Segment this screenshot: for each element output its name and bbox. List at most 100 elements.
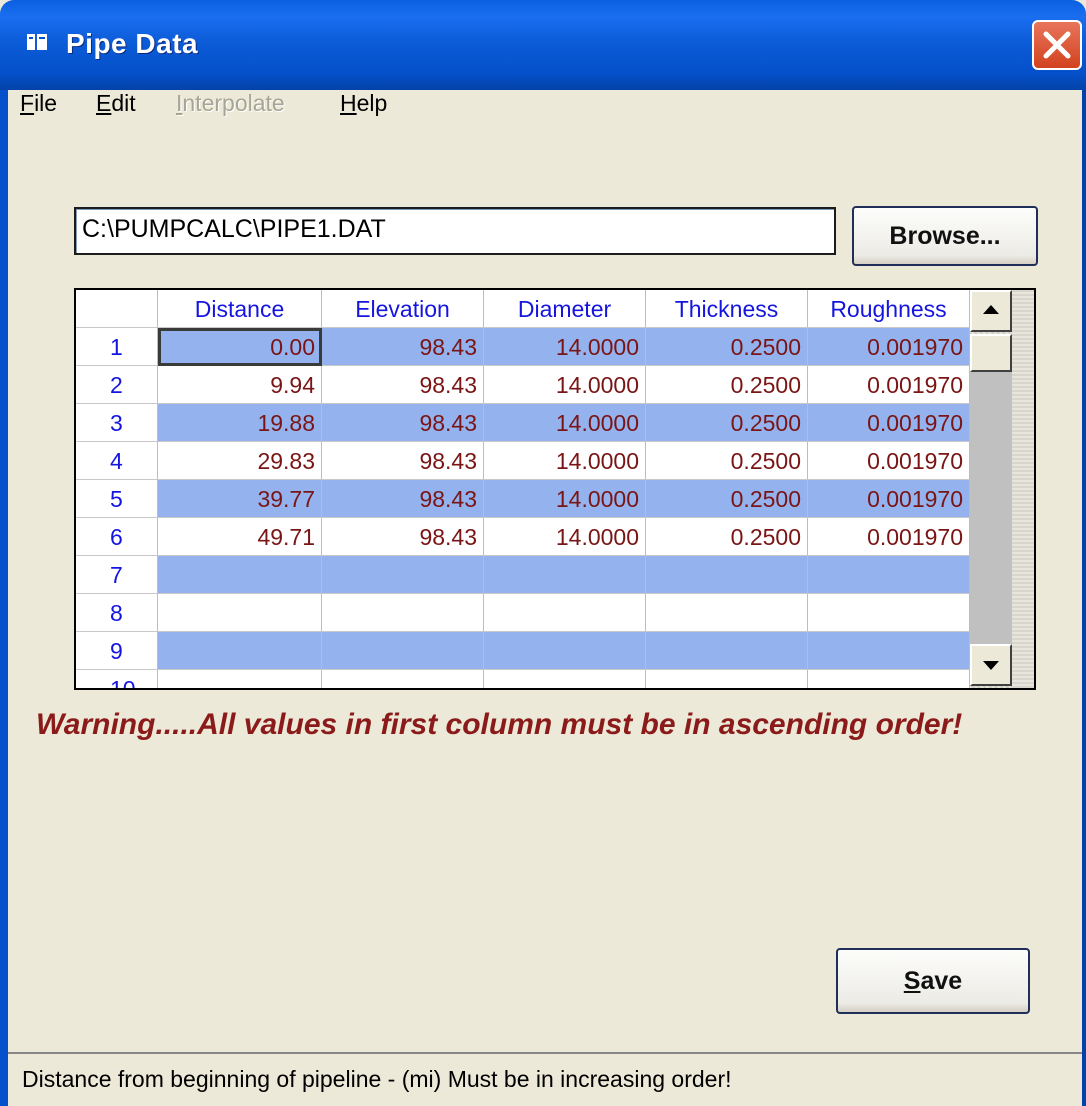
cell-thickness[interactable] <box>646 670 808 688</box>
cell-thickness[interactable]: 0.2500 <box>646 404 808 442</box>
cell-elevation[interactable]: 98.43 <box>322 518 484 556</box>
save-button[interactable]: Save <box>836 948 1030 1014</box>
cell-roughness[interactable]: 0.001970 <box>808 366 970 404</box>
cell-distance[interactable] <box>158 632 322 670</box>
menu-help-rest: elp <box>356 90 388 116</box>
row-number[interactable]: 9 <box>76 632 158 670</box>
cell-roughness[interactable] <box>808 670 970 688</box>
cell-thickness[interactable]: 0.2500 <box>646 328 808 366</box>
table-row: 7 <box>76 556 970 594</box>
cell-diameter[interactable] <box>484 556 646 594</box>
cell-diameter[interactable] <box>484 670 646 688</box>
cell-thickness[interactable]: 0.2500 <box>646 366 808 404</box>
table-row: 8 <box>76 594 970 632</box>
cell-elevation[interactable]: 98.43 <box>322 442 484 480</box>
vertical-scrollbar[interactable] <box>970 290 1034 688</box>
save-label-rest: ave <box>920 967 963 995</box>
cell-distance[interactable] <box>158 670 322 688</box>
row-number[interactable]: 1 <box>76 328 158 366</box>
cell-diameter[interactable] <box>484 594 646 632</box>
cell-elevation[interactable]: 98.43 <box>322 480 484 518</box>
cell-distance[interactable]: 9.94 <box>158 366 322 404</box>
app-icon <box>27 34 47 50</box>
cell-distance[interactable]: 0.00 <box>158 328 322 366</box>
menu-edit-rest: dit <box>111 90 136 116</box>
grid-corner <box>76 290 158 328</box>
row-number[interactable]: 3 <box>76 404 158 442</box>
scroll-track[interactable] <box>970 372 1012 644</box>
row-number[interactable]: 5 <box>76 480 158 518</box>
column-header-roughness[interactable]: Roughness <box>808 290 970 328</box>
column-header-diameter[interactable]: Diameter <box>484 290 646 328</box>
cell-roughness[interactable]: 0.001970 <box>808 328 970 366</box>
row-number[interactable]: 10 <box>76 670 158 688</box>
row-number[interactable]: 8 <box>76 594 158 632</box>
cell-elevation[interactable] <box>322 632 484 670</box>
cell-distance[interactable]: 49.71 <box>158 518 322 556</box>
browse-button[interactable]: Browse... <box>852 206 1038 266</box>
menu-interpolate-rest: nterpolate <box>182 90 285 116</box>
cell-elevation[interactable] <box>322 594 484 632</box>
cell-roughness[interactable]: 0.001970 <box>808 404 970 442</box>
cell-thickness[interactable] <box>646 594 808 632</box>
save-mnemonic: S <box>903 967 921 995</box>
window-title: Pipe Data <box>66 28 199 59</box>
cell-diameter[interactable]: 14.0000 <box>484 366 646 404</box>
cell-diameter[interactable]: 14.0000 <box>484 480 646 518</box>
arrow-down-icon <box>983 661 999 670</box>
row-number[interactable]: 2 <box>76 366 158 404</box>
scroll-up-button[interactable] <box>970 290 1012 332</box>
cell-elevation[interactable] <box>322 556 484 594</box>
cell-distance[interactable]: 19.88 <box>158 404 322 442</box>
cell-distance[interactable] <box>158 594 322 632</box>
cell-diameter[interactable]: 14.0000 <box>484 404 646 442</box>
cell-distance[interactable]: 29.83 <box>158 442 322 480</box>
pipe-data-grid[interactable]: Distance Elevation Diameter Thickness Ro… <box>74 288 1036 690</box>
cell-elevation[interactable]: 98.43 <box>322 366 484 404</box>
column-header-elevation[interactable]: Elevation <box>322 290 484 328</box>
menu-help[interactable]: Help <box>340 90 387 117</box>
cell-diameter[interactable]: 14.0000 <box>484 518 646 556</box>
row-number[interactable]: 6 <box>76 518 158 556</box>
cell-elevation[interactable]: 98.43 <box>322 328 484 366</box>
file-path-field[interactable]: C:\PUMPCALC\PIPE1.DAT <box>74 207 836 255</box>
cell-roughness[interactable] <box>808 632 970 670</box>
close-icon <box>1043 31 1071 59</box>
scroll-thumb[interactable] <box>970 334 1012 372</box>
scroll-track-right <box>1012 290 1034 688</box>
cell-elevation[interactable]: 98.43 <box>322 404 484 442</box>
table-row: 4 29.83 98.43 14.0000 0.2500 0.001970 <box>76 442 970 480</box>
title-bar[interactable]: Pipe Data <box>0 0 1086 90</box>
column-header-distance[interactable]: Distance <box>158 290 322 328</box>
cell-diameter[interactable]: 14.0000 <box>484 442 646 480</box>
arrow-up-icon <box>983 305 999 314</box>
cell-thickness[interactable]: 0.2500 <box>646 442 808 480</box>
cell-thickness[interactable]: 0.2500 <box>646 480 808 518</box>
table-row: 6 49.71 98.43 14.0000 0.2500 0.001970 <box>76 518 970 556</box>
scroll-down-button[interactable] <box>970 644 1012 686</box>
cell-thickness[interactable]: 0.2500 <box>646 518 808 556</box>
cell-roughness[interactable]: 0.001970 <box>808 480 970 518</box>
menu-file-mnemonic: F <box>20 90 35 116</box>
menu-edit[interactable]: Edit <box>96 90 136 117</box>
table-row: 10 <box>76 670 970 688</box>
cell-diameter[interactable] <box>484 632 646 670</box>
cell-roughness[interactable] <box>808 556 970 594</box>
close-button[interactable] <box>1032 20 1082 70</box>
menu-edit-mnemonic: E <box>96 90 112 116</box>
cell-distance[interactable] <box>158 556 322 594</box>
cell-roughness[interactable]: 0.001970 <box>808 518 970 556</box>
menu-file[interactable]: File <box>20 90 57 117</box>
column-header-thickness[interactable]: Thickness <box>646 290 808 328</box>
cell-distance[interactable]: 39.77 <box>158 480 322 518</box>
cell-elevation[interactable] <box>322 670 484 688</box>
row-number[interactable]: 4 <box>76 442 158 480</box>
cell-roughness[interactable] <box>808 594 970 632</box>
menu-interpolate[interactable]: Interpolate <box>176 90 285 117</box>
cell-thickness[interactable] <box>646 556 808 594</box>
cell-thickness[interactable] <box>646 632 808 670</box>
cell-roughness[interactable]: 0.001970 <box>808 442 970 480</box>
table-row: 5 39.77 98.43 14.0000 0.2500 0.001970 <box>76 480 970 518</box>
row-number[interactable]: 7 <box>76 556 158 594</box>
cell-diameter[interactable]: 14.0000 <box>484 328 646 366</box>
